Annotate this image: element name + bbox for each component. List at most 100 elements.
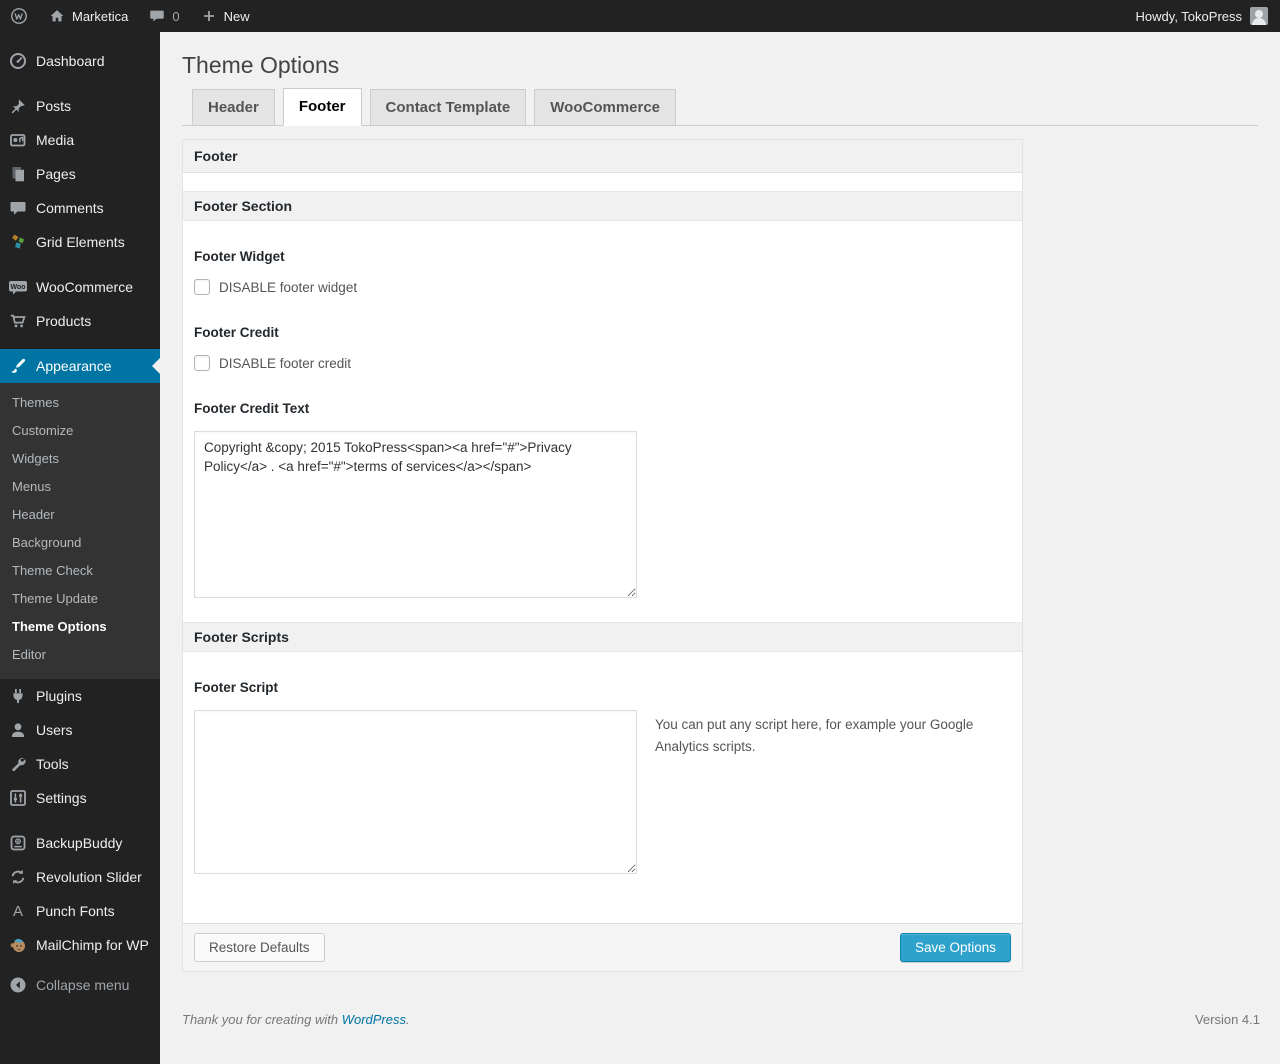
main-content: Theme Options Header Footer Contact Temp… (160, 32, 1280, 1064)
sidebar-item-products[interactable]: Products (0, 304, 160, 338)
footer-credit-text-textarea[interactable]: Copyright &copy; 2015 TokoPress<span><a … (194, 431, 637, 598)
submenu-item-header[interactable]: Header (0, 501, 160, 529)
sidebar-item-media[interactable]: Media (0, 123, 160, 157)
sidebar-separator (0, 78, 160, 89)
theme-options-panel: Footer Footer Section Footer Widget DISA… (182, 139, 1023, 972)
footer-scripts-bar: Footer Scripts (183, 622, 1022, 652)
svg-text:A: A (13, 903, 23, 920)
sidebar-separator (0, 338, 160, 349)
user-avatar[interactable] (1250, 7, 1268, 25)
footer-credit-check-row: DISABLE footer credit (194, 355, 1011, 371)
nav-tabs: Header Footer Contact Template WooCommer… (182, 88, 1258, 126)
submenu-item-editor[interactable]: Editor (0, 641, 160, 669)
comments-menu[interactable]: 0 (138, 0, 189, 32)
sidebar-item-appearance[interactable]: Appearance (0, 349, 160, 383)
wordpress-logo-icon (10, 7, 28, 25)
sidebar-item-revolution-slider[interactable]: Revolution Slider (0, 860, 160, 894)
site-name-menu[interactable]: Marketica (38, 0, 138, 32)
sidebar-separator (0, 815, 160, 826)
woocommerce-icon: Woo (8, 277, 28, 297)
pushpin-icon (8, 96, 28, 116)
cart-icon (8, 311, 28, 331)
mailchimp-monkey-icon (8, 935, 28, 955)
howdy-account-menu[interactable]: Howdy, TokoPress (1136, 9, 1242, 24)
footer-credit-text-label: Footer Credit Text (194, 401, 310, 416)
restore-defaults-button[interactable]: Restore Defaults (194, 932, 325, 963)
footer-script-label: Footer Script (194, 680, 279, 695)
sidebar-item-woocommerce[interactable]: Woo WooCommerce (0, 270, 160, 304)
media-icon (8, 130, 28, 150)
sidebar-item-punch-fonts[interactable]: A Punch Fonts (0, 894, 160, 928)
home-icon (48, 7, 66, 25)
letter-a-icon: A (8, 901, 28, 921)
collapse-arrow-icon (8, 975, 28, 995)
pages-icon (8, 164, 28, 184)
grid-elements-icon (8, 232, 28, 252)
sidebar-item-backupbuddy[interactable]: BackupBuddy (0, 826, 160, 860)
footer-widget-check-row: DISABLE footer widget (194, 279, 1011, 295)
sidebar-item-posts[interactable]: Posts (0, 89, 160, 123)
submenu-item-theme-check[interactable]: Theme Check (0, 557, 160, 585)
comments-count: 0 (172, 8, 180, 24)
tab-woocommerce[interactable]: WooCommerce (534, 89, 677, 125)
footer-section-bar: Footer Section (183, 191, 1022, 221)
dashboard-icon (8, 51, 28, 71)
submenu-item-widgets[interactable]: Widgets (0, 445, 160, 473)
page-title: Theme Options (182, 52, 340, 78)
save-options-button[interactable]: Save Options (899, 932, 1011, 963)
sidebar-item-plugins[interactable]: Plugins (0, 679, 160, 713)
sidebar-item-dashboard[interactable]: Dashboard (0, 44, 160, 78)
appearance-brush-icon (8, 356, 28, 376)
tab-footer[interactable]: Footer (282, 88, 362, 126)
thanks-text: Thank you for creating with WordPress. (182, 1012, 410, 1027)
submenu-item-theme-options[interactable]: Theme Options (0, 613, 160, 641)
appearance-submenu: Themes Customize Widgets Menus Header Ba… (0, 383, 160, 679)
disable-footer-credit-checkbox[interactable] (194, 355, 210, 371)
plus-icon (200, 7, 218, 25)
new-label: New (223, 8, 250, 24)
comments-icon (8, 198, 28, 218)
wordpress-logo-menu[interactable] (0, 0, 38, 32)
tab-contact-template[interactable]: Contact Template (369, 89, 527, 125)
submenu-item-background[interactable]: Background (0, 529, 160, 557)
disable-footer-widget-checkbox[interactable] (194, 279, 210, 295)
disable-footer-widget-label[interactable]: DISABLE footer widget (219, 280, 357, 295)
user-icon (8, 720, 28, 740)
version-text: Version 4.1 (1194, 1012, 1260, 1027)
comment-bubble-icon (148, 7, 166, 25)
sidebar-item-users[interactable]: Users (0, 713, 160, 747)
footer-section-body: Footer Widget DISABLE footer widget Foot… (183, 221, 1022, 622)
sidebar-item-pages[interactable]: Pages (0, 157, 160, 191)
submenu-item-theme-update[interactable]: Theme Update (0, 585, 160, 613)
footer-scripts-body: Footer Script You can put any script her… (183, 652, 1022, 923)
disable-footer-credit-label[interactable]: DISABLE footer credit (219, 356, 351, 371)
footer-script-help-text: You can put any script here, for example… (655, 717, 974, 755)
panel-footer-bar: Restore Defaults Save Options (183, 923, 1022, 971)
rotate-arrows-icon (8, 867, 28, 887)
svg-text:Woo: Woo (10, 284, 25, 291)
backup-disk-icon (8, 833, 28, 853)
admin-sidebar: Dashboard Posts Media Pages Comments Gri… (0, 32, 160, 1064)
wordpress-link[interactable]: WordPress (342, 1012, 406, 1027)
page-footer: Thank you for creating with WordPress. V… (182, 1012, 1260, 1043)
sidebar-item-comments[interactable]: Comments (0, 191, 160, 225)
new-menu[interactable]: New (190, 0, 260, 32)
plugin-icon (8, 686, 28, 706)
wrench-icon (8, 754, 28, 774)
admin-bar: Marketica 0 New Howdy, TokoPress (0, 0, 1280, 32)
sidebar-item-collapse-menu[interactable]: Collapse menu (0, 968, 160, 1002)
submenu-item-customize[interactable]: Customize (0, 417, 160, 445)
sidebar-item-grid-elements[interactable]: Grid Elements (0, 225, 160, 259)
footer-script-row: You can put any script here, for example… (194, 710, 1011, 923)
sidebar-item-mailchimp[interactable]: MailChimp for WP (0, 928, 160, 962)
sidebar-item-settings[interactable]: Settings (0, 781, 160, 815)
sidebar-item-tools[interactable]: Tools (0, 747, 160, 781)
sliders-icon (8, 788, 28, 808)
footer-script-textarea[interactable] (194, 710, 637, 874)
submenu-item-menus[interactable]: Menus (0, 473, 160, 501)
submenu-item-themes[interactable]: Themes (0, 389, 160, 417)
footer-widget-label: Footer Widget (194, 249, 285, 264)
footer-credit-label: Footer Credit (194, 325, 279, 340)
panel-spacer (183, 173, 1022, 191)
tab-header[interactable]: Header (192, 89, 275, 125)
